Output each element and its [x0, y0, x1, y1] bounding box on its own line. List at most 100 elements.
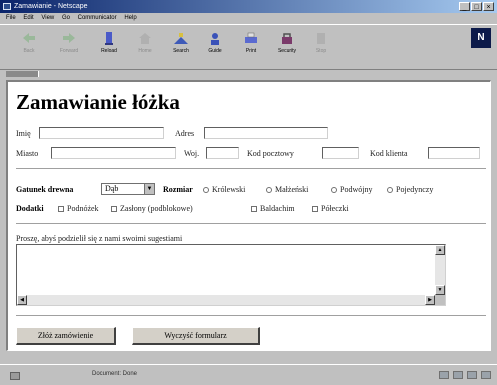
- dodatki-option-label: Półeczki: [321, 204, 349, 213]
- rozmiar-label: Rozmiar: [163, 185, 193, 194]
- divider: [16, 223, 486, 225]
- rozmiar-radio-krolewski[interactable]: [203, 187, 209, 193]
- netscape-logo: N: [471, 28, 491, 48]
- chevron-down-icon: ▼: [144, 184, 154, 194]
- gatunek-label: Gatunek drewna: [16, 185, 74, 194]
- stop-icon: [317, 33, 325, 44]
- print-label: Print: [245, 48, 257, 54]
- home-icon: [139, 33, 151, 44]
- woj-label: Woj.: [184, 149, 200, 158]
- dodatki-label: Dodatki: [16, 204, 44, 213]
- location-strip: [0, 70, 497, 79]
- reload-button[interactable]: Reload: [94, 27, 124, 54]
- divider: [16, 315, 486, 317]
- forward-button[interactable]: Forward: [54, 27, 84, 54]
- minimize-button[interactable]: _: [459, 2, 470, 11]
- page-content: Zamawianie łóżka Imię Adres Miasto Woj. …: [6, 80, 491, 351]
- menu-go[interactable]: Go: [62, 15, 70, 21]
- title-bar: Zamawianie - Netscape _ □ ×: [0, 0, 497, 13]
- security-status-icon[interactable]: [10, 372, 20, 380]
- rozmiar-radio-podwojny[interactable]: [331, 187, 337, 193]
- close-button[interactable]: ×: [483, 2, 494, 11]
- gatunek-selected-value: Dąb: [105, 184, 119, 193]
- rozmiar-option-label: Pojedynczy: [396, 185, 434, 194]
- menu-communicator[interactable]: Communicator: [78, 15, 117, 21]
- scroll-down-icon[interactable]: ▼: [435, 285, 445, 295]
- rozmiar-option-label: Podwójny: [340, 185, 373, 194]
- location-toolbar-tab[interactable]: [6, 71, 39, 77]
- horizontal-scrollbar[interactable]: ◀ ▶: [17, 295, 445, 305]
- gatunek-select[interactable]: Dąb ▼: [101, 183, 155, 195]
- security-label: Security: [277, 48, 297, 54]
- component-icon[interactable]: [439, 371, 449, 379]
- menu-file[interactable]: File: [6, 15, 16, 21]
- dodatki-option-label: Zasłony (podblokowe): [120, 204, 193, 213]
- scroll-up-icon[interactable]: ▲: [435, 245, 445, 255]
- comment-prompt: Proszę, abyś podzielił się z nami swoimi…: [16, 234, 183, 243]
- guide-label: Guide: [208, 48, 222, 54]
- resize-corner: [435, 295, 445, 305]
- stop-label: Stop: [315, 48, 327, 54]
- menu-help[interactable]: Help: [124, 15, 136, 21]
- home-button[interactable]: Home: [130, 27, 160, 54]
- window-title: Zamawianie - Netscape: [14, 3, 88, 10]
- print-icon: [245, 32, 257, 43]
- search-button[interactable]: Search: [166, 27, 196, 54]
- status-text: Document: Done: [92, 371, 138, 377]
- discussion-icon[interactable]: [481, 371, 491, 379]
- stop-button[interactable]: Stop: [306, 27, 336, 54]
- mail-icon[interactable]: [453, 371, 463, 379]
- navigation-toolbar: Back Forward Reload Home Search Guide Pr…: [0, 24, 497, 70]
- kod-klienta-field[interactable]: [428, 147, 480, 159]
- composer-icon[interactable]: [467, 371, 477, 379]
- dodatki-option-label: Podnóżek: [67, 204, 99, 213]
- back-button[interactable]: Back: [14, 27, 44, 54]
- reload-icon: [105, 32, 113, 45]
- search-icon: [174, 33, 188, 44]
- maximize-button[interactable]: □: [471, 2, 482, 11]
- submit-order-button[interactable]: Złóż zamówienie: [16, 327, 116, 345]
- dodatki-checkbox-podnozek[interactable]: [58, 206, 64, 212]
- comments-textarea[interactable]: ▲ ▼ ◀ ▶: [16, 244, 446, 306]
- rozmiar-option-label: Małżeński: [275, 185, 309, 194]
- kod-pocztowy-field[interactable]: [322, 147, 359, 159]
- imie-field[interactable]: [39, 127, 164, 139]
- menu-view[interactable]: View: [41, 15, 54, 21]
- dodatki-option-label: Baldachim: [260, 204, 295, 213]
- netscape-app-icon: [3, 3, 11, 10]
- kod-klienta-label: Kod klienta: [370, 149, 408, 158]
- adres-label: Adres: [175, 129, 195, 138]
- dodatki-checkbox-baldachim[interactable]: [251, 206, 257, 212]
- security-button[interactable]: Security: [272, 27, 302, 54]
- print-button[interactable]: Print: [236, 27, 266, 54]
- dodatki-checkbox-poleczki[interactable]: [312, 206, 318, 212]
- rozmiar-option-label: Królewski: [212, 185, 246, 194]
- guide-button[interactable]: Guide: [200, 27, 230, 54]
- menu-edit[interactable]: Edit: [23, 15, 33, 21]
- security-lock-icon: [282, 33, 292, 44]
- dodatki-checkbox-zaslony[interactable]: [111, 206, 117, 212]
- miasto-label: Miasto: [16, 149, 39, 158]
- scroll-right-icon[interactable]: ▶: [425, 295, 435, 305]
- forward-label: Forward: [59, 48, 79, 54]
- rozmiar-radio-pojedynczy[interactable]: [387, 187, 393, 193]
- imie-label: Imię: [16, 129, 31, 138]
- miasto-field[interactable]: [51, 147, 176, 159]
- reload-label: Reload: [101, 48, 117, 54]
- divider: [16, 168, 486, 170]
- search-label: Search: [173, 48, 189, 54]
- scroll-left-icon[interactable]: ◀: [17, 295, 27, 305]
- home-label: Home: [138, 48, 152, 54]
- woj-field[interactable]: [206, 147, 239, 159]
- adres-field[interactable]: [204, 127, 328, 139]
- menu-bar: File Edit View Go Communicator Help: [0, 13, 497, 24]
- rozmiar-radio-malzenski[interactable]: [266, 187, 272, 193]
- kod-pocztowy-label: Kod pocztowy: [247, 149, 294, 158]
- back-label: Back: [23, 48, 35, 54]
- status-bar: Document: Done: [0, 364, 497, 385]
- reset-form-button[interactable]: Wyczyść formularz: [132, 327, 260, 345]
- page-title: Zamawianie łóżka: [16, 90, 180, 114]
- guide-icon: [211, 33, 219, 45]
- forward-arrow-icon: [63, 33, 75, 43]
- back-arrow-icon: [23, 33, 35, 43]
